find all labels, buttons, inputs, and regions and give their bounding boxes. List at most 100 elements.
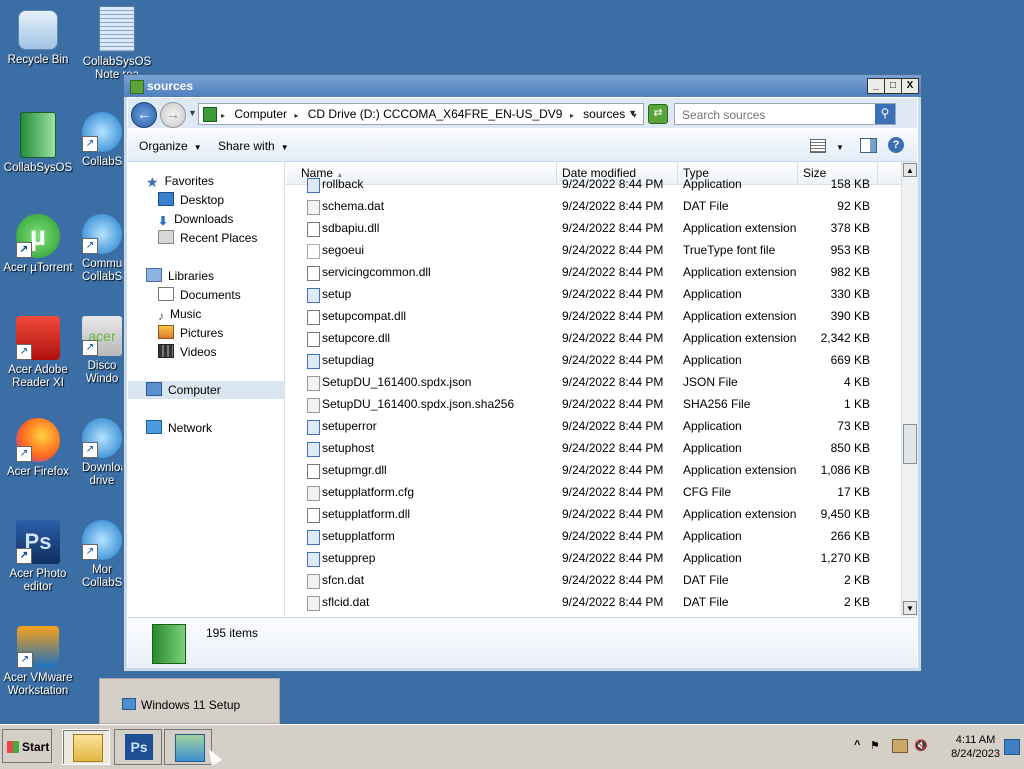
file-row[interactable]: servicingcommon.dll 9/24/2022 8:44 PM Appl… [286, 261, 901, 283]
file-date-modified: 9/24/2022 8:44 PM [562, 199, 664, 213]
arrow-left-icon: ← [137, 106, 151, 122]
file-row[interactable]: SetupDU_161400.spdx.json 9/24/2022 8:44 P… [286, 371, 901, 393]
share-with-button[interactable]: Share with ▼ [218, 139, 289, 153]
clock[interactable]: 4:11 AM 8/24/2023 [951, 733, 1000, 761]
show-desktop-button[interactable] [1004, 739, 1020, 755]
dll-file-icon [307, 310, 320, 325]
vertical-scrollbar[interactable]: ▲ ▼ [901, 162, 918, 616]
close-button[interactable]: X [901, 78, 919, 94]
file-type: Application [683, 353, 742, 367]
file-row[interactable]: sfcn.dat 9/24/2022 8:44 PM DAT File 2 KB [286, 569, 901, 591]
file-row[interactable]: setupplatform.cfg 9/24/2022 8:44 PM CFG Fi… [286, 481, 901, 503]
back-button[interactable]: ← [131, 102, 157, 128]
nav-documents[interactable]: Documents [158, 286, 241, 304]
nav-computer[interactable]: Computer [128, 381, 284, 399]
download-arrow-icon: ⬇ [158, 214, 169, 228]
title-bar[interactable]: sources _ □ X [124, 75, 921, 97]
refresh-button[interactable]: ⇄ [648, 104, 668, 124]
desktop-icon-commu-collabs[interactable]: ↗ Commu CollabS [82, 214, 122, 284]
desktop-icon-vmware[interactable]: ↗ Acer VMware Workstation [0, 626, 78, 698]
desktop-icon-utorrent[interactable]: µ ↗ Acer µTorrent [0, 214, 78, 275]
file-row[interactable]: setup 9/24/2022 8:44 PM Application 330 KB [286, 283, 901, 305]
file-row[interactable]: setupplatform 9/24/2022 8:44 PM Applicatio… [286, 525, 901, 547]
help-icon[interactable]: ? [888, 137, 904, 153]
show-hidden-icons-button[interactable]: ^ [854, 739, 860, 751]
dll-file-icon [307, 222, 320, 237]
desktop-icon-collabs-1[interactable]: ↗ CollabS [82, 112, 122, 169]
breadcrumb-chevron-icon[interactable]: ▸ [570, 111, 574, 120]
file-size: 2,342 KB [820, 331, 870, 345]
nav-favorites[interactable]: ★ Favorites [146, 172, 214, 190]
action-center-flag-icon[interactable]: ⚑ [870, 739, 880, 752]
change-view-icon[interactable] [810, 139, 826, 153]
nav-music[interactable]: ♪ Music [158, 305, 201, 323]
file-name: setupplatform.dll [322, 507, 411, 521]
breadcrumb-cd-drive[interactable]: CD Drive (D:) CCCOMA_X64FRE_EN-US_DV9 [308, 107, 563, 121]
breadcrumb-chevron-icon[interactable]: ▸ [294, 111, 298, 120]
shortcut-arrow-icon: ↗ [16, 344, 32, 360]
nav-libraries[interactable]: Libraries [146, 267, 214, 285]
search-input[interactable] [680, 107, 864, 123]
scroll-down-button[interactable]: ▼ [903, 601, 917, 615]
minimize-button[interactable]: _ [867, 78, 885, 94]
file-row[interactable]: setupmgr.dll 9/24/2022 8:44 PM Application… [286, 459, 901, 481]
desktop-icon-adobe-reader[interactable]: ↗ Acer Adobe Reader XI [0, 316, 78, 390]
file-row[interactable]: setuperror 9/24/2022 8:44 PM Application 73… [286, 415, 901, 437]
desktop-icon-collabsysos-notes[interactable]: CollabSysOS Note rea [77, 6, 157, 82]
view-options-chevron-icon[interactable]: ▼ [836, 139, 844, 153]
network-tray-icon[interactable] [892, 739, 908, 753]
file-row[interactable]: setuphost 9/24/2022 8:44 PM Application 850… [286, 437, 901, 459]
desktop-icon-recycle-bin[interactable]: Recycle Bin [0, 10, 78, 67]
breadcrumb-chevron-icon[interactable]: ▸ [221, 111, 225, 120]
file-size: 330 KB [830, 287, 870, 301]
nav-network[interactable]: Network [146, 419, 212, 437]
breadcrumb-computer[interactable]: Computer [234, 107, 287, 121]
nav-desktop[interactable]: Desktop [158, 191, 224, 209]
preview-pane-icon[interactable] [860, 138, 877, 153]
file-row[interactable]: schema.dat 9/24/2022 8:44 PM DAT File 92 KB [286, 195, 901, 217]
address-box[interactable]: ▸ Computer ▸ CD Drive (D:) CCCOMA_X64FRE… [198, 103, 644, 125]
file-row[interactable]: setupcompat.dll 9/24/2022 8:44 PM Applicat… [286, 305, 901, 327]
scroll-up-button[interactable]: ▲ [903, 163, 917, 177]
volume-muted-icon[interactable]: 🔇 [914, 739, 928, 752]
shortcut-arrow-icon: ↗ [82, 136, 98, 152]
search-icon[interactable]: ⚲ [875, 104, 895, 124]
desktop-icon-disco-windo[interactable]: acer ↗ Disco Windo [82, 316, 122, 386]
desktop-icon-downloa-drive[interactable]: ↗ Downloa drive [82, 418, 122, 488]
file-row[interactable]: rollback 9/24/2022 8:44 PM Application 158 … [286, 173, 901, 195]
recent-pages-chevron-icon[interactable]: ▼ [188, 108, 197, 118]
file-row[interactable]: segoeui 9/24/2022 8:44 PM TrueType font fi… [286, 239, 901, 261]
file-row[interactable]: setupcore.dll 9/24/2022 8:44 PM Applicatio… [286, 327, 901, 349]
file-row[interactable]: setupdiag 9/24/2022 8:44 PM Application 669… [286, 349, 901, 371]
desktop-icon-photo-editor[interactable]: Ps ↗ Acer Photo editor [0, 520, 78, 594]
file-row[interactable]: setupprep 9/24/2022 8:44 PM Application 1,2… [286, 547, 901, 569]
breadcrumb-sources[interactable]: sources [583, 107, 625, 121]
file-size: 9,450 KB [820, 507, 870, 521]
application-file-icon [307, 530, 320, 545]
nav-downloads[interactable]: ⬇ Downloads [158, 210, 233, 228]
nav-videos[interactable]: Videos [158, 343, 216, 361]
file-row[interactable]: setupplatform.dll 9/24/2022 8:44 PM Applic… [286, 503, 901, 525]
taskbar-windows-setup[interactable] [164, 729, 212, 765]
forward-button[interactable]: → [160, 102, 186, 128]
maximize-button[interactable]: □ [884, 78, 902, 94]
file-row[interactable]: SetupDU_161400.spdx.json.sha256 9/24/2022… [286, 393, 901, 415]
search-box[interactable]: ⚲ [674, 103, 896, 125]
libraries-icon [146, 268, 162, 282]
file-row[interactable]: sflcid.dat 9/24/2022 8:44 PM DAT File 2 KB [286, 591, 901, 613]
taskbar-photoshop[interactable]: Ps [114, 729, 162, 765]
nav-recent-places[interactable]: Recent Places [158, 229, 257, 247]
organize-button[interactable]: Organize ▼ [139, 139, 202, 153]
desktop-icon-mor-collabs[interactable]: ↗ Mor CollabS [82, 520, 122, 590]
file-type: Application [683, 529, 742, 543]
shortcut-arrow-icon: ↗ [16, 548, 32, 564]
nav-pictures[interactable]: Pictures [158, 324, 223, 342]
address-dropdown-icon[interactable]: ▼ [628, 108, 637, 118]
desktop-icon-firefox[interactable]: ↗ Acer Firefox [0, 418, 78, 479]
file-row[interactable]: sdbapiu.dll 9/24/2022 8:44 PM Application … [286, 217, 901, 239]
scrollbar-thumb[interactable] [903, 424, 917, 464]
taskbar-explorer[interactable] [62, 729, 110, 765]
taskbar-preview-popup[interactable]: Windows 11 Setup [99, 678, 280, 724]
start-button[interactable]: Start [2, 729, 52, 763]
desktop-icon-collabsysos[interactable]: CollabSysOS [0, 112, 78, 175]
